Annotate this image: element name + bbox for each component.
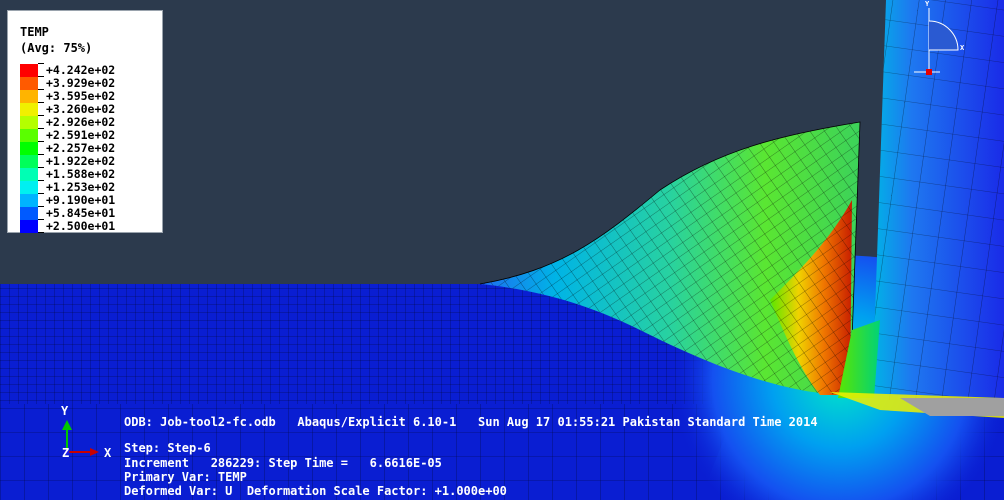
legend-tick — [38, 206, 44, 207]
legend-value: +2.926e+02 — [46, 115, 116, 129]
odb-info-line: ODB: Job-tool2-fc.odb Abaqus/Explicit 6.… — [124, 415, 818, 429]
legend-tick — [38, 141, 44, 142]
legend-swatch — [20, 103, 38, 116]
legend-swatch — [20, 129, 38, 142]
legend-value: +1.922e+02 — [46, 154, 116, 168]
legend-value: +3.929e+02 — [46, 76, 116, 90]
legend-swatch — [20, 116, 38, 129]
legend-value: +3.595e+02 — [46, 89, 116, 103]
legend-swatch — [20, 220, 38, 233]
legend-tick — [38, 128, 44, 129]
legend-tick-end — [38, 232, 44, 233]
legend-tick — [38, 89, 44, 90]
primary-var-line: Primary Var: TEMP — [124, 470, 247, 484]
legend-value: +4.242e+02 — [46, 63, 116, 77]
legend-value: +2.591e+02 — [46, 128, 116, 142]
legend-tick — [38, 219, 44, 220]
step-info-line: Step: Step-6 — [124, 441, 211, 455]
increment-info-line: Increment 286229: Step Time = 6.6616E-05 — [124, 456, 442, 470]
legend-tick — [38, 76, 44, 77]
legend-tick — [38, 102, 44, 103]
legend-swatch — [20, 168, 38, 181]
triad-x-label: X — [104, 446, 112, 460]
legend-value: +5.845e+01 — [46, 206, 116, 220]
legend-title: TEMP — [20, 25, 49, 39]
legend-tick — [38, 115, 44, 116]
triad-z-label: Z — [62, 446, 70, 460]
legend-value: +1.588e+02 — [46, 167, 116, 181]
legend-value: +3.260e+02 — [46, 102, 116, 116]
legend-swatch — [20, 90, 38, 103]
deformed-var-line: Deformed Var: U Deformation Scale Factor… — [124, 484, 507, 498]
legend-swatch — [20, 181, 38, 194]
mini-triad-y-label: Y — [925, 0, 930, 8]
legend-swatch — [20, 64, 38, 77]
legend-swatch — [20, 194, 38, 207]
triad-y-label: Y — [61, 404, 69, 418]
legend-value: +2.257e+02 — [46, 141, 116, 155]
legend-value: +2.500e+01 — [46, 219, 116, 233]
legend-tick — [38, 154, 44, 155]
mini-triad-x-label: X — [960, 44, 965, 52]
legend-tick — [38, 167, 44, 168]
legend-swatch — [20, 207, 38, 220]
contour-legend: TEMP (Avg: 75%) +4.242e+02 +3.929e+02 +3.5… — [7, 10, 163, 233]
legend-tick — [38, 63, 44, 64]
abaqus-viewport[interactable]: TEMP (Avg: 75%) +4.242e+02 +3.929e+02 +3.5… — [0, 0, 1004, 500]
legend-swatch — [20, 142, 38, 155]
legend-tick — [38, 180, 44, 181]
legend-value: +1.253e+02 — [46, 180, 116, 194]
legend-tick — [38, 193, 44, 194]
legend-swatch — [20, 155, 38, 168]
legend-value: +9.190e+01 — [46, 193, 116, 207]
legend-swatch — [20, 77, 38, 90]
legend-averaging: (Avg: 75%) — [20, 41, 93, 55]
